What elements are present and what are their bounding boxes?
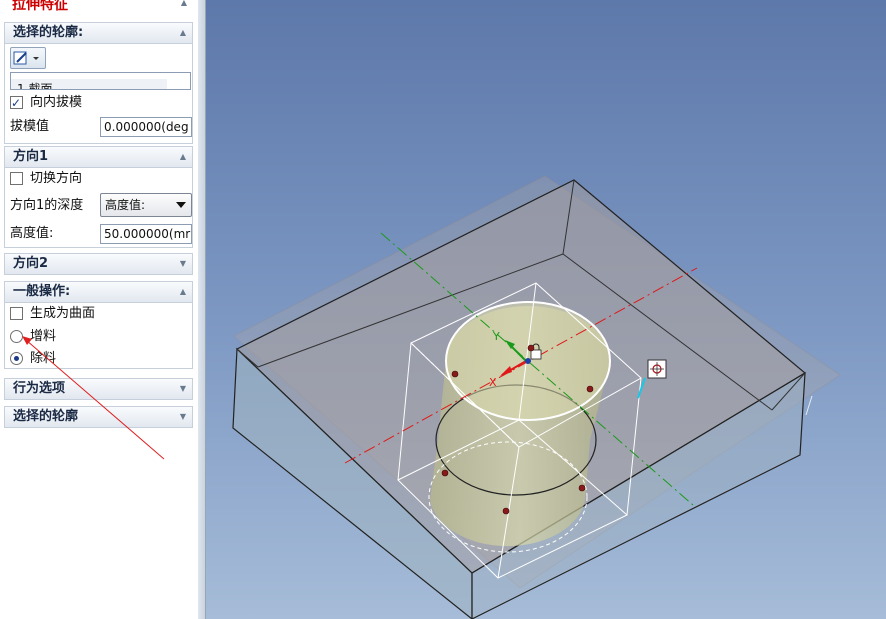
draft-value-label: 拔模值 xyxy=(10,119,50,134)
surface-row[interactable]: 生成为曲面 xyxy=(10,304,95,324)
flip-direction-row[interactable]: 切换方向 xyxy=(10,169,82,189)
surface-label: 生成为曲面 xyxy=(30,306,96,321)
axis-x-label: X xyxy=(489,376,497,389)
depth-type-value: 高度值: xyxy=(105,198,146,212)
profile-list[interactable]: 1 截面 xyxy=(10,72,191,90)
panel-splitter[interactable] xyxy=(198,0,206,619)
direction2-group: 方向2 ▼ xyxy=(4,253,193,275)
axis-y-label: Y xyxy=(492,330,500,343)
collapse-chevron-icon[interactable]: ▲ xyxy=(181,0,187,14)
add-material-row[interactable]: 增料 xyxy=(10,327,56,347)
flip-direction-checkbox[interactable] xyxy=(10,172,23,185)
3d-viewport[interactable]: X Y xyxy=(206,0,886,619)
chevron-down-icon xyxy=(176,202,186,208)
height-value-input[interactable]: 50.000000(mr xyxy=(100,224,192,244)
draft-inward-label: 向内拔模 xyxy=(30,95,83,110)
cut-material-label: 除料 xyxy=(30,351,57,366)
feature-title-bar[interactable]: 拉伸特征 ▲ xyxy=(4,0,193,14)
direction2-header[interactable]: 方向2 ▼ xyxy=(4,253,193,275)
draft-inward-row[interactable]: 向内拔模 xyxy=(10,93,82,113)
profile-group-2-title: 选择的轮廓 xyxy=(13,409,79,424)
collapse-chevron-icon[interactable]: ▲ xyxy=(180,282,186,302)
draft-inward-checkbox[interactable] xyxy=(10,93,23,113)
profile-group-title: 选择的轮廓: xyxy=(13,25,84,40)
height-label: 高度值: xyxy=(10,226,54,241)
feature-title-group: 拉伸特征 ▲ xyxy=(4,0,193,14)
depth-label: 方向1的深度 xyxy=(10,198,84,213)
flip-direction-label: 切换方向 xyxy=(30,171,83,186)
surface-checkbox[interactable] xyxy=(10,307,23,320)
model-view[interactable]: X Y xyxy=(206,0,886,619)
cut-material-row[interactable]: 除料 xyxy=(10,349,56,369)
sketch-edit-icon xyxy=(13,51,39,65)
direction2-title: 方向2 xyxy=(13,256,49,271)
add-material-label: 增料 xyxy=(30,329,57,344)
direction1-group: 方向1 ▲ 切换方向 方向1的深度 高度值: 高度值: 50.000000(mr xyxy=(4,146,193,248)
move-handle-icon[interactable] xyxy=(647,359,667,379)
view-edge-mark xyxy=(805,395,813,416)
property-panel: 拉伸特征 ▲ 选择的轮廓: ▲ 1 截面 向内拔模 xyxy=(0,0,199,619)
origin-point xyxy=(525,358,531,364)
direction1-body: 切换方向 方向1的深度 高度值: 高度值: 50.000000(mr xyxy=(4,168,193,248)
profile-group-body: 1 截面 向内拔模 拔模值 0.000000(deg xyxy=(4,44,193,144)
profile-list-item-label: 1 截面 xyxy=(17,82,53,90)
depth-type-dropdown[interactable]: 高度值: xyxy=(100,193,192,217)
expand-chevron-icon[interactable]: ▼ xyxy=(180,254,186,274)
behavior-header[interactable]: 行为选项 ▼ xyxy=(4,378,193,400)
profile-group: 选择的轮廓: ▲ 1 截面 向内拔模 拔模值 0.000000(deg xyxy=(4,22,193,144)
expand-chevron-icon[interactable]: ▼ xyxy=(180,407,186,427)
profile-group-2: 选择的轮廓 ▼ xyxy=(4,406,193,428)
general-ops-title: 一般操作: xyxy=(13,284,71,299)
sketch-tool-button[interactable] xyxy=(10,47,46,69)
general-ops-group: 一般操作: ▲ 生成为曲面 增料 除料 xyxy=(4,281,193,369)
profile-list-item[interactable]: 1 截面 xyxy=(11,79,167,90)
general-ops-body: 生成为曲面 增料 除料 xyxy=(4,303,193,369)
feature-title: 拉伸特征 xyxy=(12,0,68,13)
profile-group-2-header[interactable]: 选择的轮廓 ▼ xyxy=(4,406,193,428)
direction1-title: 方向1 xyxy=(13,149,49,164)
direction1-header[interactable]: 方向1 ▲ xyxy=(4,146,193,168)
profile-group-header[interactable]: 选择的轮廓: ▲ xyxy=(4,22,193,44)
behavior-title: 行为选项 xyxy=(13,381,66,396)
general-ops-header[interactable]: 一般操作: ▲ xyxy=(4,281,193,303)
expand-chevron-icon[interactable]: ▼ xyxy=(180,379,186,399)
cut-material-radio[interactable] xyxy=(10,352,23,365)
draft-value-input[interactable]: 0.000000(deg xyxy=(100,117,192,137)
collapse-chevron-icon[interactable]: ▲ xyxy=(180,147,186,167)
add-material-radio[interactable] xyxy=(10,330,23,343)
behavior-group: 行为选项 ▼ xyxy=(4,378,193,400)
collapse-chevron-icon[interactable]: ▲ xyxy=(180,23,186,43)
